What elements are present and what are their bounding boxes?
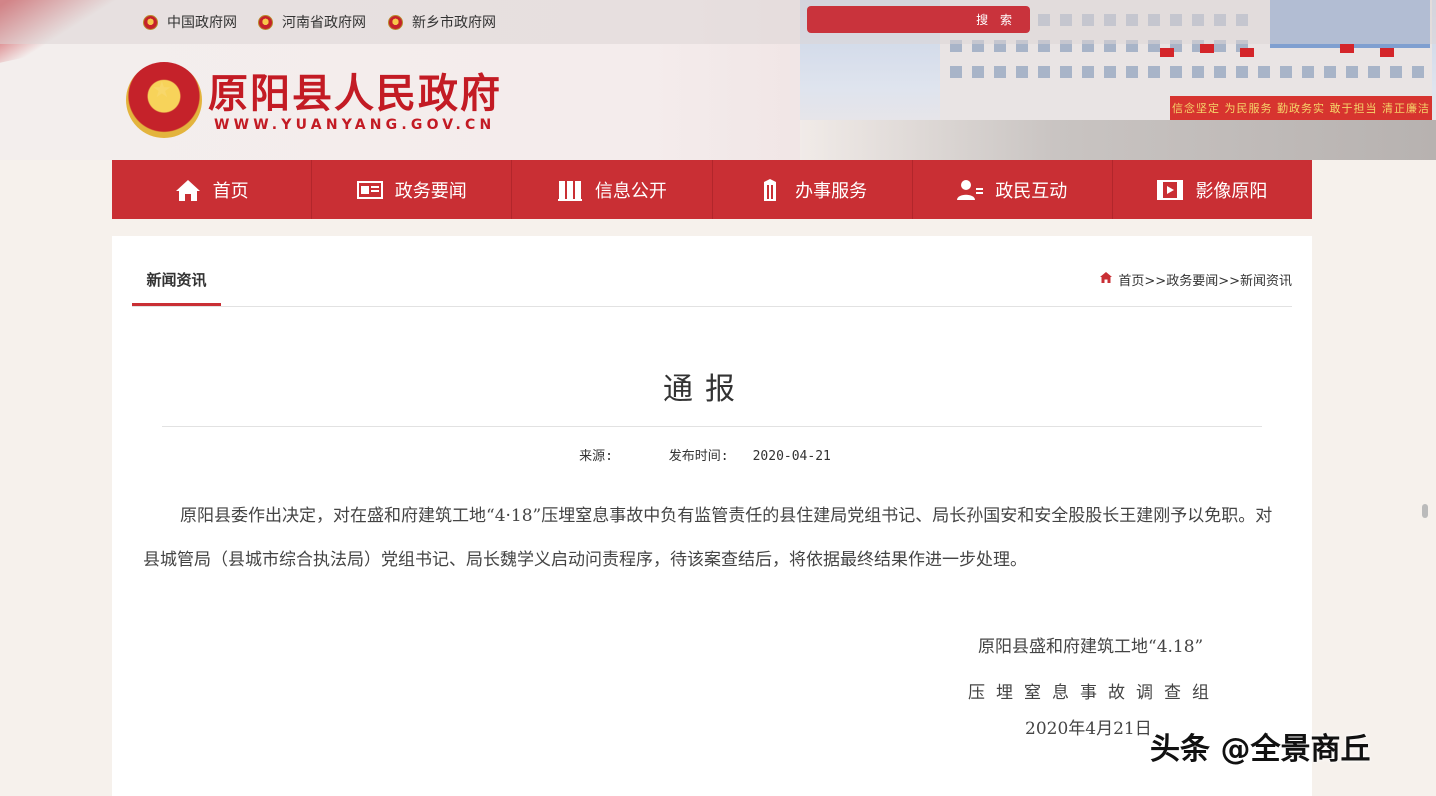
building-windows	[950, 66, 1430, 78]
nav-label: 信息公开	[594, 180, 667, 202]
breadcrumb-current[interactable]: >>新闻资讯	[1218, 270, 1292, 289]
nav-label: 影像原阳	[1195, 180, 1268, 202]
tab-news[interactable]: 新闻资讯	[132, 266, 221, 306]
source-label: 来源:	[579, 449, 613, 464]
content-panel: 新闻资讯 首页 >>政务要闻 >>新闻资讯 通报 来源: 发布时间: 2020-0…	[112, 236, 1312, 796]
nav-item-gallery[interactable]: 影像原阳	[1111, 160, 1312, 219]
user-chat-icon	[957, 178, 984, 202]
flag	[1380, 48, 1394, 57]
signature-line: 原阳县盛和府建筑工地“4.18”	[978, 637, 1204, 657]
news-icon	[356, 178, 383, 202]
national-emblem-logo: ★	[126, 62, 202, 138]
nav-item-interaction[interactable]: 政民互动	[911, 160, 1112, 219]
article-meta: 来源: 发布时间: 2020-04-21	[112, 445, 1298, 464]
publish-date: 2020-04-21	[752, 449, 831, 464]
building-plaza	[800, 120, 1436, 160]
search-button[interactable]: 搜 索	[976, 11, 1016, 28]
nav-item-info[interactable]: 信息公开	[511, 160, 711, 219]
nav-item-services[interactable]: 办事服务	[711, 160, 912, 219]
nav-item-home[interactable]: 首页	[112, 160, 311, 219]
date-label: 发布时间:	[668, 449, 729, 464]
divider	[162, 426, 1262, 427]
divider	[132, 306, 1292, 307]
flag	[1340, 44, 1354, 53]
watermark: 头条 @全景商丘	[1150, 732, 1371, 767]
article-title: 通报	[663, 372, 747, 407]
signature-line: 压埋窒息事故调查组	[968, 683, 1220, 703]
site-title[interactable]: 原阳县人民政府	[208, 72, 502, 116]
top-link-label: 新乡市政府网	[412, 15, 496, 31]
search-input[interactable]: 搜 索	[807, 6, 1030, 33]
site-header: 信念坚定 为民服务 勤政务实 敢于担当 清正廉洁 中国政府网 河南省政府网 新乡…	[0, 0, 1436, 160]
top-link-label: 河南省政府网	[282, 15, 366, 31]
breadcrumb-home[interactable]: 首页	[1118, 270, 1144, 289]
building-icon	[757, 178, 783, 202]
flag	[1200, 44, 1214, 53]
top-link-label: 中国政府网	[167, 15, 237, 31]
scrollbar-thumb[interactable]	[1422, 504, 1428, 518]
nav-label: 首页	[212, 180, 249, 202]
nav-label: 政民互动	[995, 180, 1068, 202]
nav-label: 政务要闻	[394, 180, 467, 202]
breadcrumb-news[interactable]: >>政务要闻	[1144, 270, 1218, 289]
top-link-china-gov[interactable]: 中国政府网	[143, 12, 237, 32]
national-emblem-icon	[143, 14, 158, 30]
signature-date: 2020年4月21日	[1025, 719, 1152, 739]
top-link-henan-gov[interactable]: 河南省政府网	[258, 12, 366, 32]
top-link-xinxiang-gov[interactable]: 新乡市政府网	[388, 12, 496, 32]
film-icon	[1157, 178, 1184, 202]
nav-item-news[interactable]: 政务要闻	[311, 160, 511, 219]
article-body: 原阳县委作出决定，对在盛和府建筑工地“4·18”压埋窒息事故中负有监管责任的县住…	[143, 506, 1273, 570]
national-emblem-icon	[258, 14, 273, 30]
star-icon: ★	[152, 78, 172, 103]
flag	[1240, 48, 1254, 57]
home-icon	[175, 178, 201, 202]
breadcrumb: 首页 >>政务要闻 >>新闻资讯	[1100, 270, 1292, 289]
home-icon	[1100, 272, 1113, 287]
site-url: WWW.YUANYANG.GOV.CN	[214, 117, 496, 133]
flag	[1160, 48, 1174, 57]
building-slogan-banner: 信念坚定 为民服务 勤政务实 敢于担当 清正廉洁	[1170, 96, 1432, 120]
books-icon	[557, 178, 583, 202]
nav-label: 办事服务	[795, 180, 868, 202]
national-emblem-icon	[388, 14, 403, 30]
main-nav: 首页 政务要闻 信息公开 办事服务 政民互动 影像原阳	[112, 160, 1312, 219]
